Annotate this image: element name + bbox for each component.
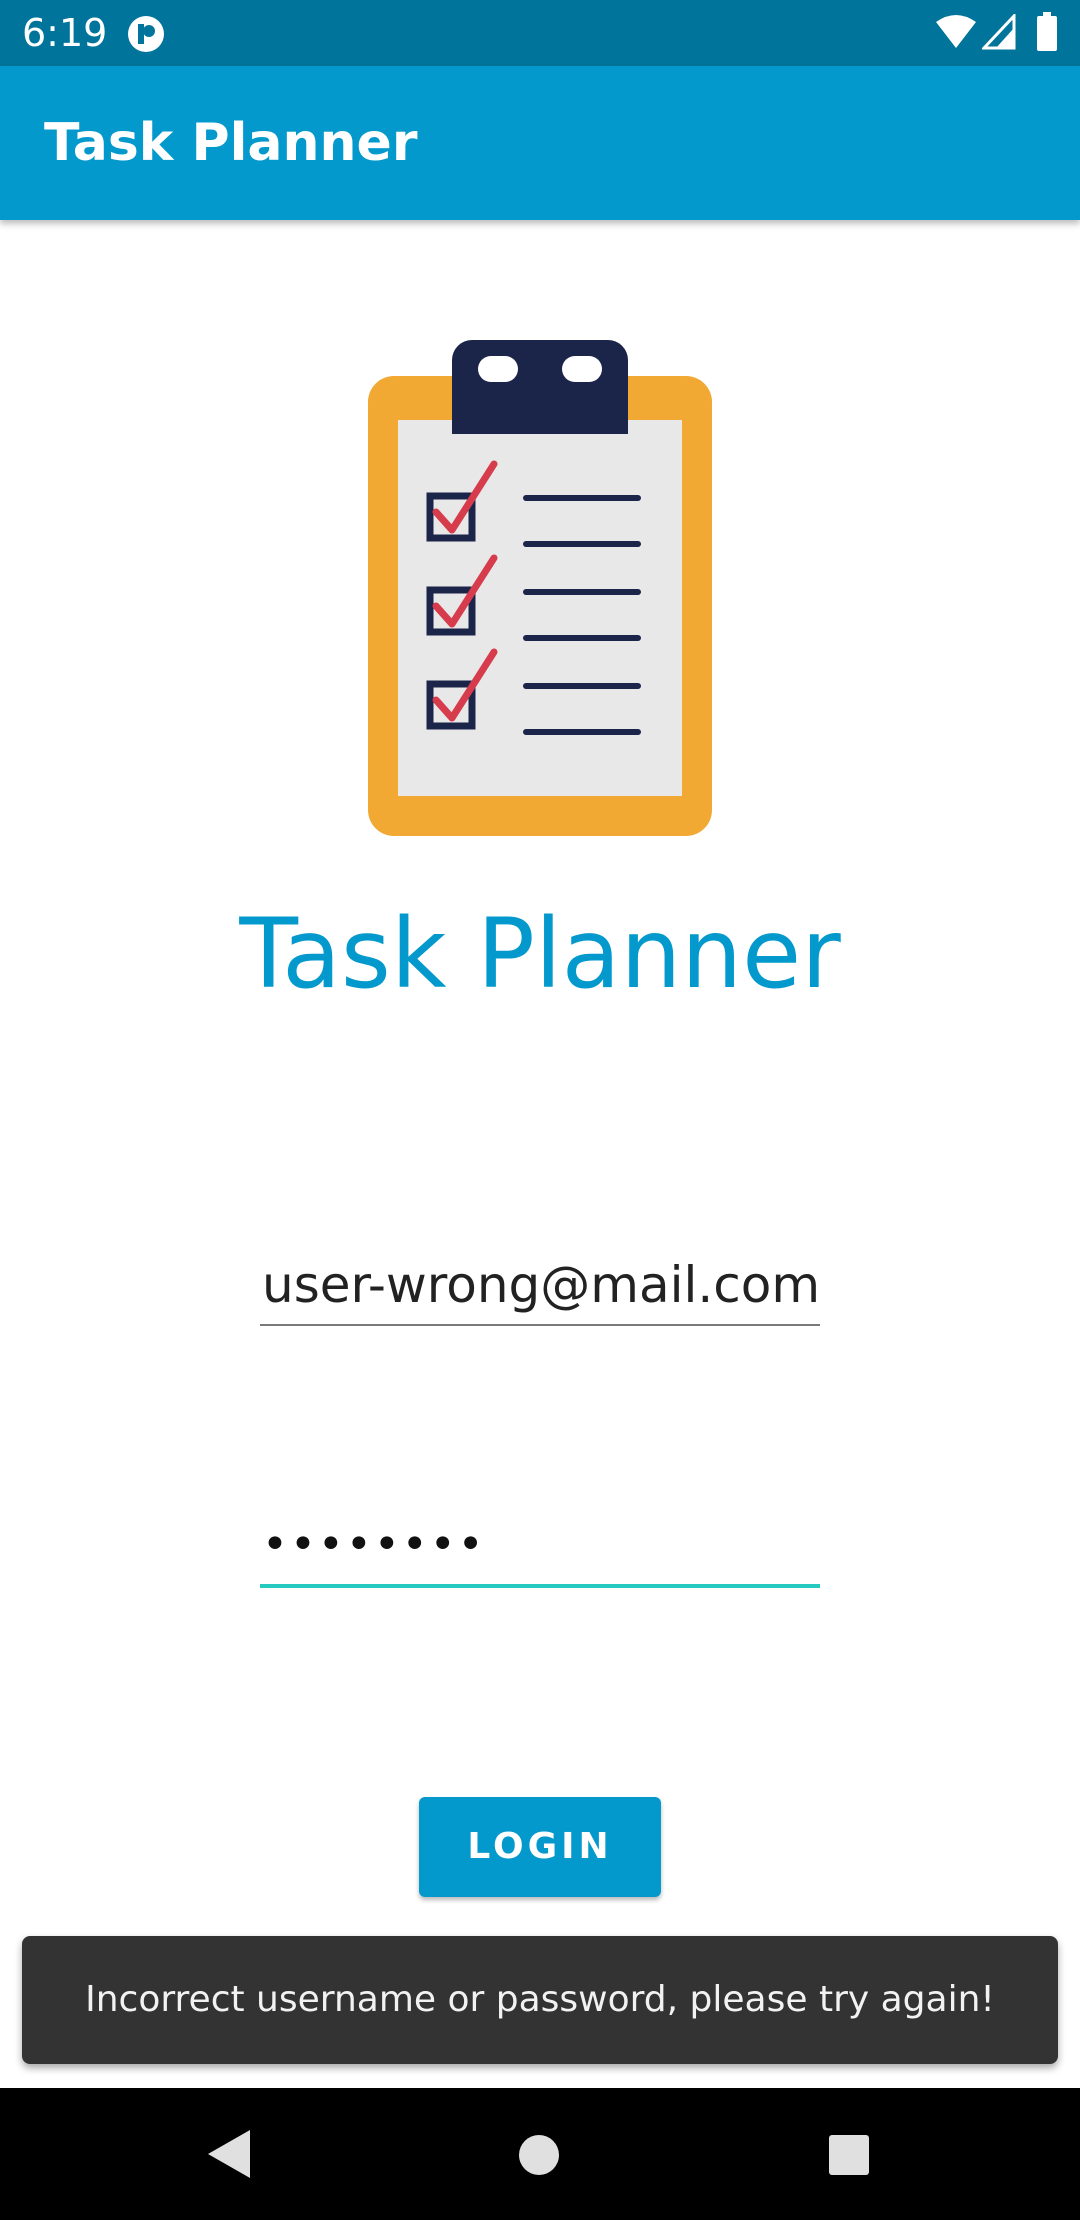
error-snackbar: Incorrect username or password, please t… — [22, 1936, 1058, 2064]
login-screen: 6:19 Task Planner Task Planner user-wron… — [0, 0, 1080, 2220]
password-field[interactable]: •••••••• — [260, 1502, 820, 1588]
recents-icon[interactable] — [828, 2134, 870, 2176]
battery-icon — [1037, 12, 1057, 51]
clipboard-checklist-icon — [368, 340, 712, 836]
brand-title: Task Planner — [239, 898, 841, 1010]
app-bar: Task Planner — [0, 66, 1080, 220]
password-value: •••••••• — [262, 1519, 486, 1570]
home-icon[interactable] — [518, 2134, 560, 2176]
snackbar-message: Incorrect username or password, please t… — [85, 1979, 995, 2020]
status-bar: 6:19 — [0, 0, 1080, 66]
back-icon[interactable] — [204, 2128, 254, 2180]
app-bar-title: Task Planner — [44, 113, 418, 173]
status-time: 6:19 — [22, 11, 108, 55]
email-value: user-wrong@mail.com — [262, 1256, 821, 1314]
app-notification-icon — [128, 16, 164, 52]
email-field[interactable]: user-wrong@mail.com — [260, 1248, 820, 1326]
navigation-bar — [0, 2088, 1080, 2220]
login-button[interactable]: LOGIN — [419, 1797, 661, 1897]
signal-icon — [982, 14, 1016, 50]
wifi-icon — [936, 15, 976, 48]
